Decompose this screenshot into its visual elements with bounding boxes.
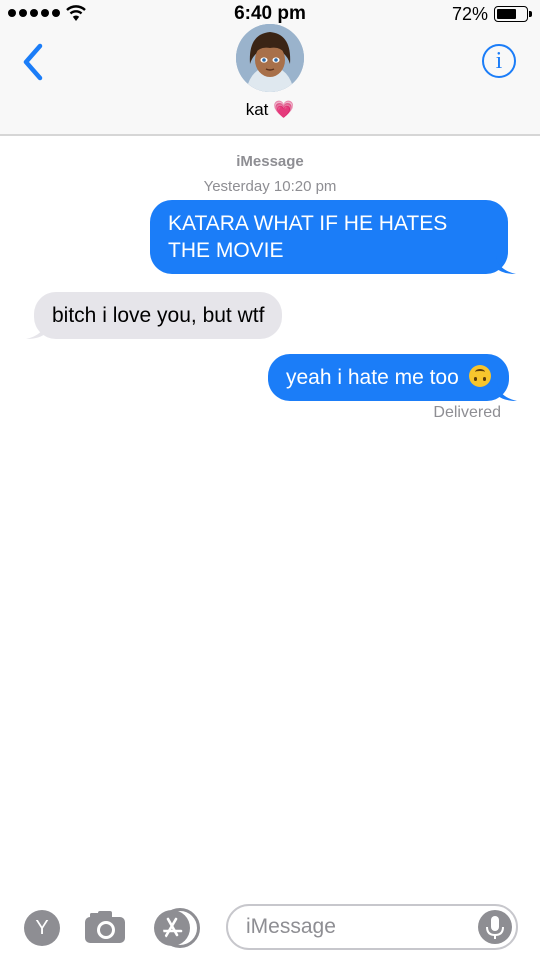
message-compose-field[interactable] (226, 904, 518, 950)
microphone-button[interactable] (478, 910, 512, 944)
back-button[interactable] (16, 40, 52, 84)
message-text: bitch i love you, but wtf (52, 304, 265, 327)
compose-toolbar: Y (0, 896, 540, 960)
microphone-icon (486, 916, 504, 939)
conversation-header: 6:40 pm 72% kat 💗 i (0, 0, 540, 136)
bubble-tail (26, 321, 46, 339)
battery-icon (494, 6, 532, 22)
delivery-status: Delivered (433, 404, 501, 421)
message-text: yeah i hate me too (286, 366, 459, 389)
received-message-bubble[interactable]: bitch i love you, but wtf (26, 292, 283, 339)
battery-percentage: 72% (451, 4, 488, 24)
info-button[interactable]: i (482, 44, 516, 78)
service-label: iMessage (236, 153, 304, 170)
avatar-illustration (236, 24, 304, 92)
bubble-tail (496, 383, 517, 401)
contact-avatar[interactable] (236, 24, 304, 92)
upside-down-face-emoji-icon (468, 365, 491, 387)
message-text: KATARA WHAT IF HE HATES THE MOVIE (168, 212, 448, 262)
contact-name[interactable]: kat 💗 (0, 100, 540, 120)
app-store-icon[interactable] (154, 908, 200, 948)
camera-icon[interactable] (84, 910, 126, 944)
message-timestamp: Yesterday 10:20 pm (203, 178, 337, 195)
bubble-tail (496, 256, 516, 274)
message-input[interactable] (246, 912, 466, 942)
sent-message-bubble[interactable]: KATARA WHAT IF HE HATES THE MOVIE (150, 200, 516, 274)
sent-message-bubble[interactable]: yeah i hate me too (268, 354, 517, 401)
y-app-icon[interactable]: Y (24, 910, 60, 946)
app-store-ring (160, 908, 200, 948)
